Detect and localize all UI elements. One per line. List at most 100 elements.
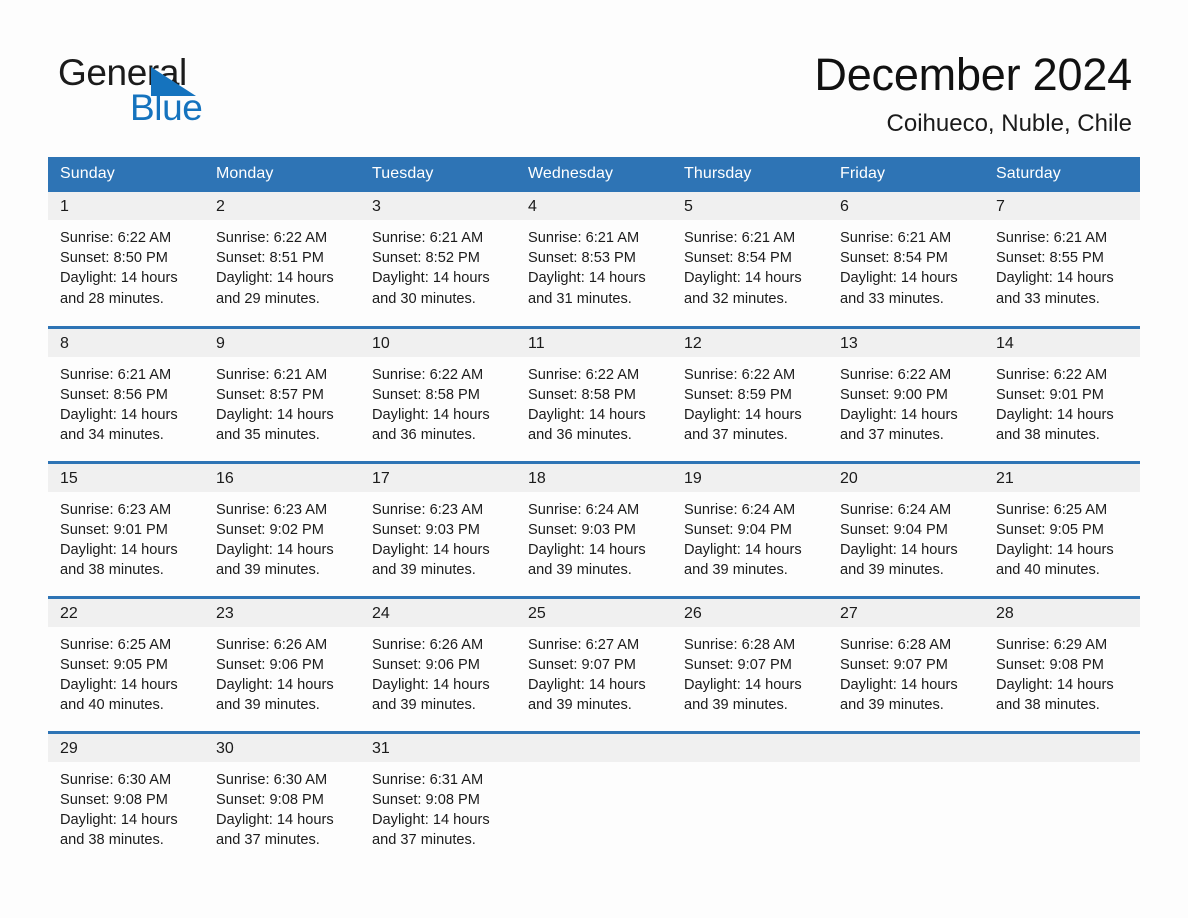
sunrise-text: Sunrise: 6:22 AM bbox=[372, 366, 484, 383]
daylight-text-line1: Daylight: 14 hours bbox=[996, 541, 1114, 558]
sunrise-text: Sunrise: 6:22 AM bbox=[60, 230, 172, 246]
daylight-text-line1: Daylight: 14 hours bbox=[996, 406, 1114, 423]
daylight-text-line2: and 30 minutes. bbox=[372, 290, 476, 307]
sunrise-text: Sunrise: 6:31 AM bbox=[372, 771, 484, 788]
sunset-text: Sunset: 9:01 PM bbox=[60, 521, 168, 538]
sunset-text: Sunset: 9:03 PM bbox=[528, 521, 636, 538]
sunset-text: Sunset: 9:08 PM bbox=[372, 791, 480, 808]
calendar-day-cell[interactable]: 5 Sunrise: 6:21 AM Sunset: 8:54 PM Daylight… bbox=[672, 192, 828, 327]
calendar-day-cell[interactable]: 20 Sunrise: 6:24 AM Sunset: 9:04 PM Dayligh… bbox=[828, 460, 984, 597]
daylight-text-line1: Daylight: 14 hours bbox=[528, 541, 646, 558]
sunset-text: Sunset: 9:04 PM bbox=[840, 521, 948, 538]
day-details: Sunrise: 6:30 AM Sunset: 9:08 PM Daylight:… bbox=[204, 762, 360, 851]
calendar-day-cell[interactable]: 11 Sunrise: 6:22 AM Sunset: 8:58 PM Dayligh… bbox=[516, 325, 672, 462]
calendar-day-cell[interactable]: 23 Sunrise: 6:26 AM Sunset: 9:06 PM Dayligh… bbox=[204, 595, 360, 732]
calendar-week-row: 15 Sunrise: 6:23 AM Sunset: 9:01 PM Dayligh… bbox=[48, 460, 1140, 597]
daylight-text-line1: Daylight: 14 hours bbox=[372, 811, 490, 828]
calendar-day-cell[interactable]: 17 Sunrise: 6:23 AM Sunset: 9:03 PM Dayligh… bbox=[360, 460, 516, 597]
calendar-day-cell[interactable]: 3 Sunrise: 6:21 AM Sunset: 8:52 PM Daylight… bbox=[360, 192, 516, 327]
daylight-text-line2: and 40 minutes. bbox=[60, 697, 164, 714]
calendar-day-cell-empty bbox=[672, 730, 828, 867]
day-number: 19 bbox=[672, 463, 828, 492]
calendar-day-cell[interactable]: 18 Sunrise: 6:24 AM Sunset: 9:03 PM Dayligh… bbox=[516, 460, 672, 597]
daylight-text-line2: and 38 minutes. bbox=[996, 427, 1100, 444]
sunset-text: Sunset: 8:57 PM bbox=[216, 386, 324, 403]
sunrise-text: Sunrise: 6:23 AM bbox=[216, 501, 328, 518]
weekday-header-thursday: Thursday bbox=[672, 157, 828, 192]
daylight-text-line2: and 35 minutes. bbox=[216, 427, 320, 444]
title-block: December 2024 Coihueco, Nuble, Chile bbox=[432, 48, 1132, 139]
daylight-text-line2: and 40 minutes. bbox=[996, 562, 1100, 579]
calendar-day-cell[interactable]: 22 Sunrise: 6:25 AM Sunset: 9:05 PM Dayligh… bbox=[48, 595, 204, 732]
day-number: 18 bbox=[516, 463, 672, 492]
daylight-text-line1: Daylight: 14 hours bbox=[216, 811, 334, 828]
calendar-week-row: 29 Sunrise: 6:30 AM Sunset: 9:08 PM Dayligh… bbox=[48, 730, 1140, 867]
calendar-day-cell-empty bbox=[828, 730, 984, 867]
calendar-day-cell[interactable]: 21 Sunrise: 6:25 AM Sunset: 9:05 PM Dayligh… bbox=[984, 460, 1140, 597]
calendar-day-cell[interactable]: 27 Sunrise: 6:28 AM Sunset: 9:07 PM Dayligh… bbox=[828, 595, 984, 732]
calendar-day-cell[interactable]: 4 Sunrise: 6:21 AM Sunset: 8:53 PM Daylight… bbox=[516, 192, 672, 327]
general-blue-logo[interactable]: General Blue bbox=[58, 52, 378, 130]
calendar-week-row: 8 Sunrise: 6:21 AM Sunset: 8:56 PM Daylight… bbox=[48, 325, 1140, 462]
calendar-day-cell[interactable]: 13 Sunrise: 6:22 AM Sunset: 9:00 PM Dayligh… bbox=[828, 325, 984, 462]
calendar-day-cell[interactable]: 1 Sunrise: 6:22 AM Sunset: 8:50 PM Daylight… bbox=[48, 192, 204, 327]
daylight-text-line2: and 39 minutes. bbox=[372, 562, 476, 579]
daylight-text-line1: Daylight: 14 hours bbox=[60, 541, 178, 558]
calendar-day-cell[interactable]: 14 Sunrise: 6:22 AM Sunset: 9:01 PM Dayligh… bbox=[984, 325, 1140, 462]
daylight-text-line1: Daylight: 14 hours bbox=[372, 676, 490, 693]
daylight-text-line2: and 33 minutes. bbox=[840, 290, 944, 307]
sunset-text: Sunset: 9:08 PM bbox=[216, 791, 324, 808]
calendar-day-cell[interactable]: 19 Sunrise: 6:24 AM Sunset: 9:04 PM Dayligh… bbox=[672, 460, 828, 597]
page-header: General Blue December 2024 Coihueco, Nub… bbox=[0, 0, 1188, 157]
calendar-day-cell[interactable]: 15 Sunrise: 6:23 AM Sunset: 9:01 PM Dayligh… bbox=[48, 460, 204, 597]
sunrise-text: Sunrise: 6:21 AM bbox=[996, 230, 1108, 246]
calendar-day-cell[interactable]: 29 Sunrise: 6:30 AM Sunset: 9:08 PM Dayligh… bbox=[48, 730, 204, 867]
daylight-text-line1: Daylight: 14 hours bbox=[60, 676, 178, 693]
daylight-text-line2: and 37 minutes. bbox=[684, 427, 788, 444]
daylight-text-line2: and 34 minutes. bbox=[60, 427, 164, 444]
daylight-text-line2: and 36 minutes. bbox=[372, 427, 476, 444]
daylight-text-line1: Daylight: 14 hours bbox=[840, 270, 958, 287]
daylight-text-line1: Daylight: 14 hours bbox=[60, 270, 178, 287]
calendar-day-cell[interactable]: 2 Sunrise: 6:22 AM Sunset: 8:51 PM Daylight… bbox=[204, 192, 360, 327]
calendar-day-cell[interactable]: 30 Sunrise: 6:30 AM Sunset: 9:08 PM Dayligh… bbox=[204, 730, 360, 867]
calendar-day-cell[interactable]: 24 Sunrise: 6:26 AM Sunset: 9:06 PM Dayligh… bbox=[360, 595, 516, 732]
day-details: Sunrise: 6:28 AM Sunset: 9:07 PM Daylight:… bbox=[828, 627, 984, 716]
calendar-day-cell[interactable]: 9 Sunrise: 6:21 AM Sunset: 8:57 PM Daylight… bbox=[204, 325, 360, 462]
day-details: Sunrise: 6:21 AM Sunset: 8:57 PM Daylight:… bbox=[204, 357, 360, 446]
day-number: 24 bbox=[360, 598, 516, 627]
sunrise-text: Sunrise: 6:22 AM bbox=[684, 366, 796, 383]
calendar-day-cell[interactable]: 25 Sunrise: 6:27 AM Sunset: 9:07 PM Dayligh… bbox=[516, 595, 672, 732]
day-number: 2 bbox=[204, 192, 360, 220]
daylight-text-line1: Daylight: 14 hours bbox=[684, 676, 802, 693]
day-number: 26 bbox=[672, 598, 828, 627]
daylight-text-line2: and 31 minutes. bbox=[528, 290, 632, 307]
daylight-text-line2: and 39 minutes. bbox=[528, 697, 632, 714]
sunrise-text: Sunrise: 6:22 AM bbox=[216, 230, 328, 246]
day-number: 6 bbox=[828, 192, 984, 220]
calendar-day-cell[interactable]: 7 Sunrise: 6:21 AM Sunset: 8:55 PM Daylight… bbox=[984, 192, 1140, 327]
calendar-day-cell[interactable]: 8 Sunrise: 6:21 AM Sunset: 8:56 PM Daylight… bbox=[48, 325, 204, 462]
calendar-day-cell[interactable]: 16 Sunrise: 6:23 AM Sunset: 9:02 PM Dayligh… bbox=[204, 460, 360, 597]
sunset-text: Sunset: 9:06 PM bbox=[216, 656, 324, 673]
day-number: 22 bbox=[48, 598, 204, 627]
day-number: 23 bbox=[204, 598, 360, 627]
sunset-text: Sunset: 8:50 PM bbox=[60, 250, 168, 267]
sunrise-text: Sunrise: 6:21 AM bbox=[840, 230, 952, 246]
calendar-day-cell[interactable]: 6 Sunrise: 6:21 AM Sunset: 8:54 PM Daylight… bbox=[828, 192, 984, 327]
day-number: 17 bbox=[360, 463, 516, 492]
day-details: Sunrise: 6:31 AM Sunset: 9:08 PM Daylight:… bbox=[360, 762, 516, 851]
calendar-day-cell[interactable]: 10 Sunrise: 6:22 AM Sunset: 8:58 PM Dayligh… bbox=[360, 325, 516, 462]
calendar-day-cell[interactable]: 26 Sunrise: 6:28 AM Sunset: 9:07 PM Dayligh… bbox=[672, 595, 828, 732]
sunrise-text: Sunrise: 6:22 AM bbox=[840, 366, 952, 383]
calendar-day-cell[interactable]: 28 Sunrise: 6:29 AM Sunset: 9:08 PM Dayligh… bbox=[984, 595, 1140, 732]
calendar-day-cell[interactable]: 31 Sunrise: 6:31 AM Sunset: 9:08 PM Dayligh… bbox=[360, 730, 516, 867]
daylight-text-line1: Daylight: 14 hours bbox=[216, 270, 334, 287]
weekday-header-saturday: Saturday bbox=[984, 157, 1140, 192]
sunset-text: Sunset: 8:58 PM bbox=[372, 386, 480, 403]
day-details: Sunrise: 6:21 AM Sunset: 8:54 PM Daylight:… bbox=[672, 220, 828, 309]
day-details: Sunrise: 6:22 AM Sunset: 8:58 PM Daylight:… bbox=[360, 357, 516, 446]
weekday-header-friday: Friday bbox=[828, 157, 984, 192]
day-details: Sunrise: 6:24 AM Sunset: 9:04 PM Daylight:… bbox=[672, 492, 828, 581]
calendar-day-cell[interactable]: 12 Sunrise: 6:22 AM Sunset: 8:59 PM Dayligh… bbox=[672, 325, 828, 462]
